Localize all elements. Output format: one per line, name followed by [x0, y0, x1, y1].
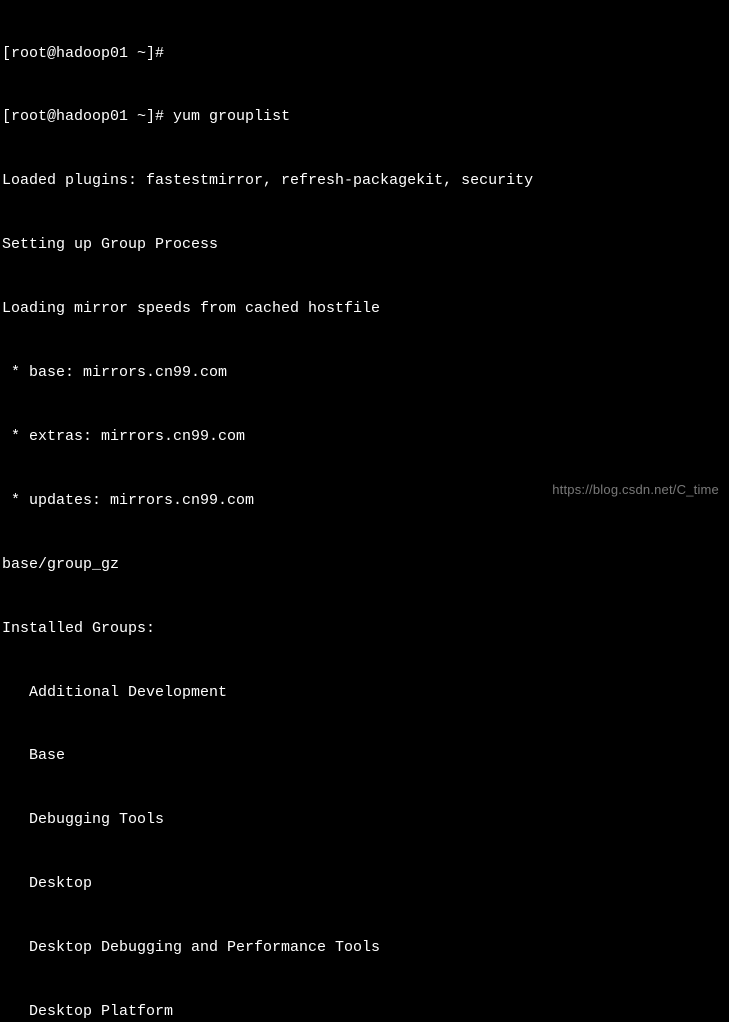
- output-mirror-base: * base: mirrors.cn99.com: [2, 362, 727, 383]
- terminal-window[interactable]: [root@hadoop01 ~]# [root@hadoop01 ~]# yu…: [0, 0, 729, 1022]
- group-item: Additional Development: [2, 682, 727, 703]
- prompt-line-2: [root@hadoop01 ~]# yum grouplist: [2, 106, 727, 127]
- group-item: Base: [2, 745, 727, 766]
- group-item: Debugging Tools: [2, 809, 727, 830]
- prompt-text: [root@hadoop01 ~]#: [2, 45, 164, 62]
- output-mirror-extras: * extras: mirrors.cn99.com: [2, 426, 727, 447]
- group-item: Desktop Platform: [2, 1001, 727, 1022]
- output-base-group: base/group_gz: [2, 554, 727, 575]
- output-installed-header: Installed Groups:: [2, 618, 727, 639]
- group-item: Desktop Debugging and Performance Tools: [2, 937, 727, 958]
- prompt-text: [root@hadoop01 ~]#: [2, 108, 164, 125]
- output-setting-up: Setting up Group Process: [2, 234, 727, 255]
- output-loaded-plugins: Loaded plugins: fastestmirror, refresh-p…: [2, 170, 727, 191]
- group-item: Desktop: [2, 873, 727, 894]
- output-mirror-updates: * updates: mirrors.cn99.com: [2, 490, 727, 511]
- command-input: yum grouplist: [173, 108, 290, 125]
- prompt-line-1: [root@hadoop01 ~]#: [2, 43, 727, 64]
- output-loading-mirror: Loading mirror speeds from cached hostfi…: [2, 298, 727, 319]
